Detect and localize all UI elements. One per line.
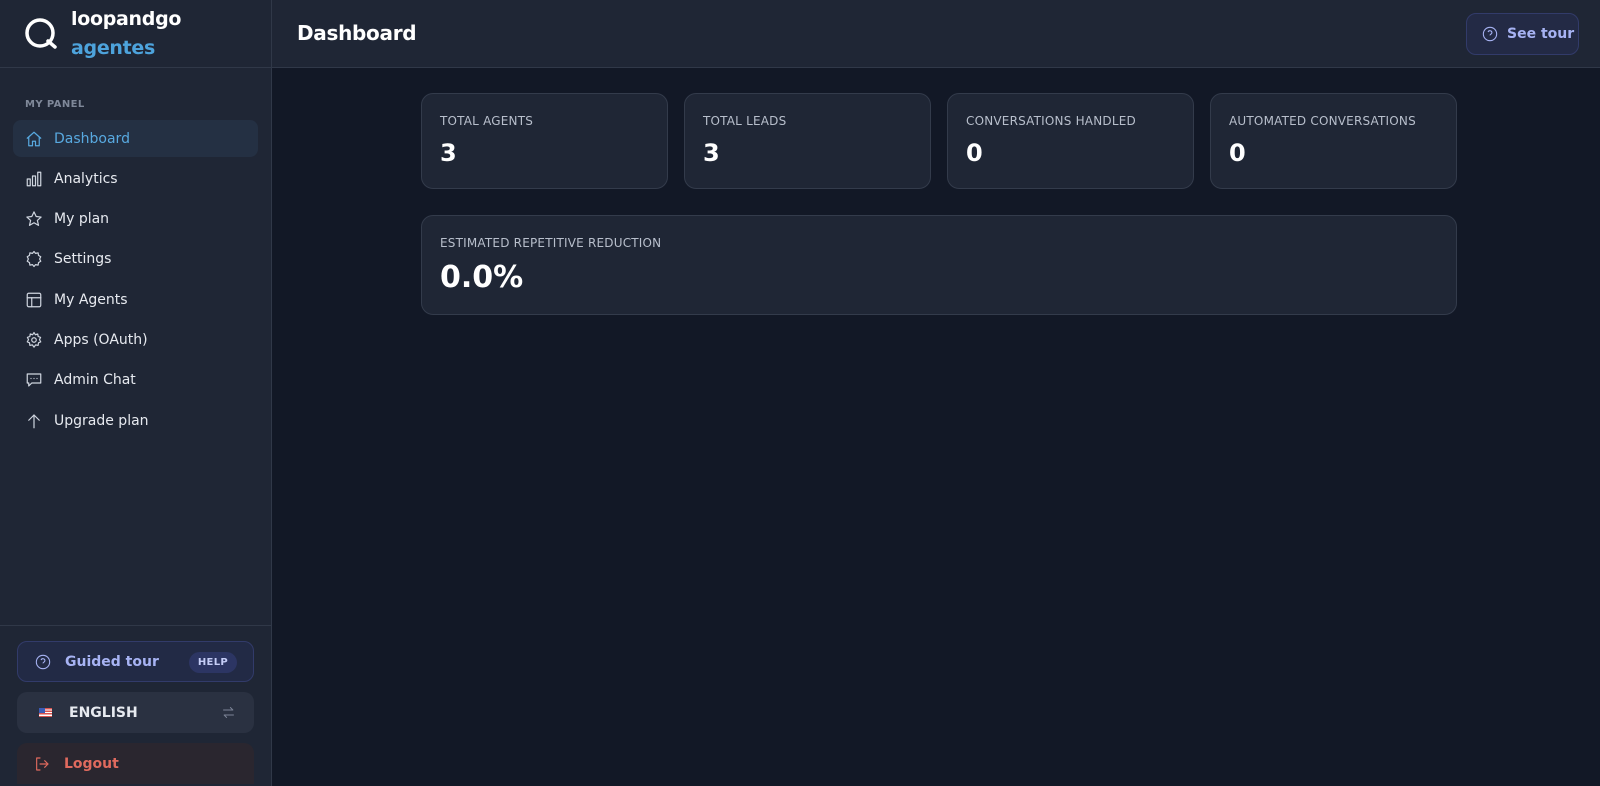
gear-icon [25, 250, 43, 268]
sidebar-item-label: My plan [54, 211, 110, 228]
sidebar-item-upgrade-plan[interactable]: Upgrade plan [13, 402, 258, 439]
stat-card-conversations-handled: CONVERSATIONS HANDLED 0 [947, 93, 1194, 189]
stat-value: 3 [440, 139, 457, 167]
help-circle-icon [1482, 26, 1498, 42]
stat-value: 0 [1229, 139, 1246, 167]
stat-card-total-agents: TOTAL AGENTS 3 [421, 93, 668, 189]
sidebar-item-label: Analytics [54, 170, 118, 187]
bar-chart-icon [25, 170, 43, 188]
page-title: Dashboard [297, 21, 417, 45]
sidebar-item-label: Dashboard [54, 130, 130, 147]
stat-label: TOTAL LEADS [703, 114, 787, 128]
sidebar-item-admin-chat[interactable]: Admin Chat [13, 362, 258, 399]
brand-subtitle: agentes [71, 37, 156, 59]
star-icon [25, 210, 43, 228]
cog-icon [25, 331, 43, 349]
home-icon [25, 130, 43, 148]
brand[interactable]: loopandgo agentes [0, 0, 271, 68]
sidebar-item-label: Settings [54, 251, 112, 268]
logout-button[interactable]: Logout [17, 743, 254, 784]
topbar: Dashboard See tour [272, 0, 1600, 68]
sidebar-item-settings[interactable]: Settings [13, 241, 258, 278]
stat-label: TOTAL AGENTS [440, 114, 534, 128]
guided-tour-label: Guided tour [65, 653, 159, 670]
arrow-up-icon [25, 412, 43, 430]
sidebar-item-my-agents[interactable]: My Agents [13, 281, 258, 318]
stat-card-repetitive-reduction: ESTIMATED REPETITIVE REDUCTION 0.0% [421, 215, 1457, 315]
stat-card-automated-conversations: AUTOMATED CONVERSATIONS 0 [1210, 93, 1457, 189]
sidebar-item-apps-oauth[interactable]: Apps (OAuth) [13, 321, 258, 358]
sidebar-item-label: Upgrade plan [54, 412, 149, 429]
guided-tour-button[interactable]: Guided tour HELP [17, 641, 254, 682]
stat-label: CONVERSATIONS HANDLED [966, 114, 1136, 128]
see-tour-button[interactable]: See tour [1466, 13, 1579, 55]
stat-card-total-leads: TOTAL LEADS 3 [684, 93, 931, 189]
stat-label: ESTIMATED REPETITIVE REDUCTION [440, 236, 662, 250]
section-label: MY PANEL [25, 99, 85, 110]
sidebar-item-label: My Agents [54, 291, 128, 308]
chat-icon [25, 371, 43, 389]
swap-icon [223, 707, 234, 718]
us-flag-icon [39, 708, 52, 717]
sidebar-item-my-plan[interactable]: My plan [13, 201, 258, 238]
sidebar-item-dashboard[interactable]: Dashboard [13, 120, 258, 157]
sidebar-footer: Guided tour HELP ENGLISH Logout [0, 625, 271, 786]
language-label: ENGLISH [69, 704, 138, 721]
help-circle-icon [35, 654, 51, 669]
sidebar: loopandgo agentes MY PANEL Dashboard Ana… [0, 0, 272, 786]
stat-value: 3 [703, 139, 720, 167]
stat-value: 0 [966, 139, 983, 167]
sidebar-item-analytics[interactable]: Analytics [13, 160, 258, 197]
layout-icon [25, 291, 43, 309]
help-badge: HELP [188, 652, 237, 673]
sidebar-nav: Dashboard Analytics My plan Settings My … [13, 120, 258, 442]
logo-icon [25, 18, 57, 49]
see-tour-label: See tour [1507, 26, 1575, 42]
sidebar-item-label: Apps (OAuth) [54, 331, 148, 348]
logout-label: Logout [64, 755, 119, 772]
stat-value: 0.0% [440, 260, 524, 295]
logout-icon [36, 756, 49, 771]
language-selector[interactable]: ENGLISH [17, 692, 254, 733]
brand-name: loopandgo [71, 8, 182, 30]
stat-label: AUTOMATED CONVERSATIONS [1229, 114, 1416, 128]
sidebar-item-label: Admin Chat [54, 372, 136, 389]
